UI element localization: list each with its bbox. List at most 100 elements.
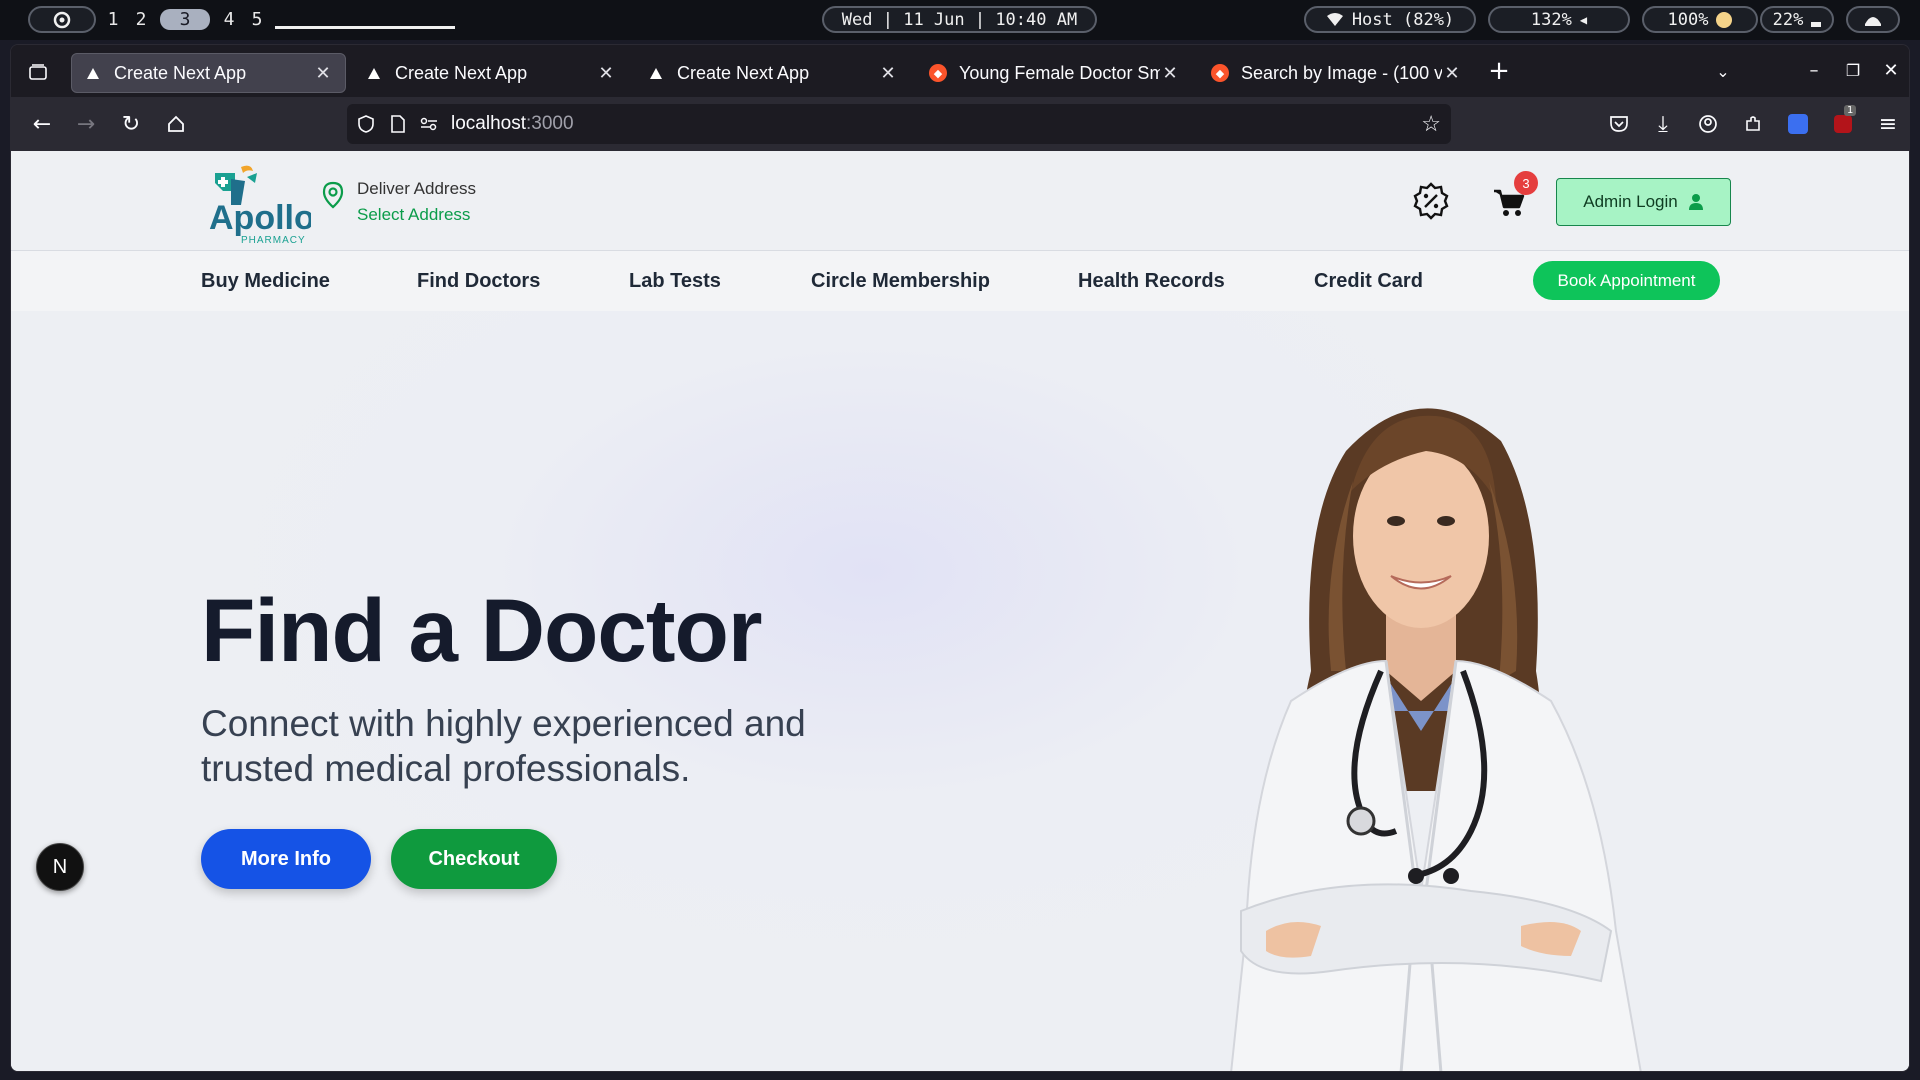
url-bar[interactable]: localhost:3000 ☆ [347,104,1451,144]
vercel-icon [365,64,383,82]
list-tabs-button[interactable]: ⌄ [1708,56,1738,86]
workspace-4[interactable]: 4 [220,9,238,30]
brightness-status[interactable]: 100% [1642,6,1758,33]
nav-circle-membership[interactable]: Circle Membership [811,270,990,293]
arrow-right-icon: → [76,111,96,137]
apollo-logo[interactable]: Apollo PHARMACY [201,161,315,246]
reload-button[interactable]: ↻ [116,109,146,139]
tab-title: Create Next App [114,62,247,83]
workspace-3[interactable]: 3 [160,9,210,30]
extension-bitwarden-button[interactable] [1783,109,1813,139]
workspace-2[interactable]: 2 [132,9,150,30]
restore-button[interactable]: ❐ [1838,55,1868,85]
url-port: :3000 [526,113,574,134]
forward-button[interactable]: → [71,109,101,139]
tab-create-next-app-1[interactable]: Create Next App ✕ [71,53,346,93]
select-address-link[interactable]: Select Address [357,205,476,225]
menu-button[interactable]: ≡ [1873,109,1903,139]
account-icon [1699,115,1717,133]
tab-create-next-app-2[interactable]: Create Next App ✕ [353,53,628,93]
clock-text: Wed | 11 Jun | 10:40 AM [841,9,1078,30]
battery-status[interactable]: 22% [1760,6,1834,33]
doctor-photo [1230,408,1642,1071]
clock[interactable]: Wed | 11 Jun | 10:40 AM [822,6,1097,33]
user-icon [1688,194,1703,210]
checkout-button[interactable]: Checkout [391,829,557,889]
star-icon[interactable]: ☆ [1421,111,1441,137]
close-icon[interactable]: ✕ [313,63,333,84]
arrow-left-icon: ← [32,111,52,137]
network-status[interactable]: Host (82%) [1304,6,1476,33]
main-nav: Buy Medicine Find Doctors Lab Tests Circ… [11,251,1909,311]
tab-create-next-app-3[interactable]: Create Next App ✕ [635,53,910,93]
site-header: Apollo PHARMACY Deliver Address Select A… [11,151,1909,251]
minimize-button[interactable]: – [1799,55,1829,85]
account-button[interactable] [1693,109,1723,139]
tab-young-female-doctor[interactable]: ◆ Young Female Doctor Sm ✕ [917,53,1192,93]
page-content: Apollo PHARMACY Deliver Address Select A… [11,151,1909,1071]
admin-login-label: Admin Login [1583,192,1678,211]
power-menu[interactable] [1846,6,1900,33]
workspace-indicator [275,26,455,29]
shield-icon [358,115,374,133]
tab-search-by-image[interactable]: ◆ Search by Image - (100 vis ✕ [1199,53,1474,93]
back-button[interactable]: ← [27,109,57,139]
extension-badge: 1 [1844,105,1857,116]
nav-health-records[interactable]: Health Records [1078,270,1225,293]
deliver-address-text: Deliver Address Select Address [357,179,476,225]
brave-icon: ◆ [929,64,947,82]
nav-lab-tests[interactable]: Lab Tests [629,270,721,293]
pocket-button[interactable] [1604,109,1634,139]
tab-overview-button[interactable] [23,57,53,87]
hamburger-icon: ≡ [1878,111,1898,137]
network-text: Host (82%) [1351,9,1455,30]
close-icon[interactable]: ✕ [596,63,616,84]
more-info-button[interactable]: More Info [201,829,371,889]
volume-icon: ◀ [1579,12,1588,27]
tab-title: Create Next App [677,62,810,83]
logo-subtext: PHARMACY [241,235,306,246]
new-tab-button[interactable]: + [1484,56,1514,86]
close-icon[interactable]: ✕ [878,63,898,84]
reload-icon: ↻ [121,111,141,137]
location-pin-icon [322,181,344,209]
window-close-button[interactable]: ✕ [1876,55,1906,85]
admin-login-button[interactable]: Admin Login [1556,178,1731,226]
wifi-icon [1326,12,1343,26]
brave-icon: ◆ [1211,64,1229,82]
offers-button[interactable] [1411,181,1451,221]
cart-count-badge: 3 [1514,171,1538,195]
puzzle-icon [1746,116,1760,131]
nav-find-doctors[interactable]: Find Doctors [417,270,540,293]
workspace-1[interactable]: 1 [104,9,122,30]
brightness-text: 100% [1667,9,1709,30]
vercel-icon [647,64,665,82]
restore-icon: ❐ [1845,60,1861,80]
tab-strip: Create Next App ✕ Create Next App ✕ Crea… [11,45,1909,97]
browser-window: Create Next App ✕ Create Next App ✕ Crea… [10,44,1910,1072]
close-icon[interactable]: ✕ [1160,63,1180,84]
hero-title: Find a Doctor [201,580,763,680]
url-host: localhost [451,113,526,134]
home-button[interactable] [161,109,191,139]
zoom-status[interactable]: 132% ◀ [1488,6,1630,33]
bitwarden-icon [1788,114,1808,134]
downloads-button[interactable]: ⤓ [1648,109,1678,139]
extension-ublock-button[interactable]: 1 [1828,105,1858,139]
close-icon[interactable]: ✕ [1442,63,1462,84]
nav-credit-card[interactable]: Credit Card [1314,270,1423,293]
battery-icon [1811,22,1822,27]
book-appointment-button[interactable]: Book Appointment [1533,261,1720,300]
hero-subtitle: Connect with highly experienced and trus… [201,703,806,789]
download-icon: ⤓ [1658,111,1668,137]
plus-icon: + [1488,56,1510,86]
page-icon [391,115,405,133]
tab-title: Young Female Doctor Sm [959,62,1160,83]
deliver-address[interactable]: Deliver Address Select Address [321,179,476,225]
vercel-icon [84,64,102,82]
nextjs-dev-indicator[interactable]: N [36,843,84,891]
launcher-button[interactable] [28,6,96,33]
extensions-button[interactable] [1738,109,1768,139]
workspace-5[interactable]: 5 [248,9,266,30]
nav-buy-medicine[interactable]: Buy Medicine [201,270,330,293]
